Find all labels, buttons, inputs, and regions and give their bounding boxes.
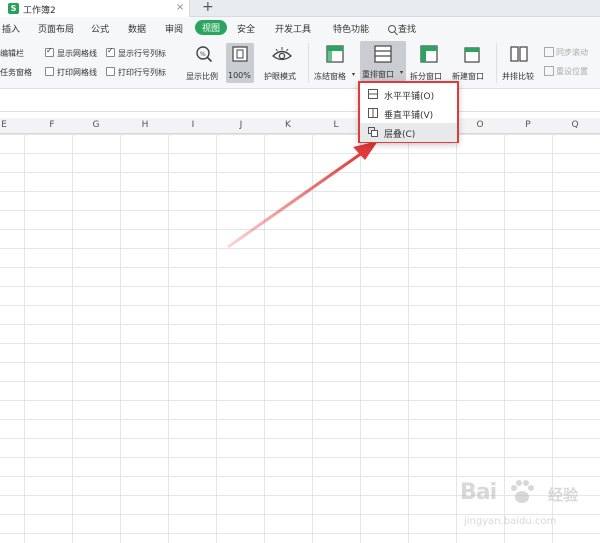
zoom-label: 显示比例 [186,72,218,81]
column-header-e[interactable]: E [0,120,28,130]
ribbon-separator [496,43,497,83]
arrange-windows-label: 重排窗口 [362,70,394,79]
spreadsheet-app-icon: S [8,3,19,14]
menu-page-layout[interactable]: 页面布局 [38,22,74,35]
watermark-jingyan: 经验 [548,486,579,504]
column-header-q[interactable]: Q [551,120,599,130]
zoom-100-button[interactable]: 100% [226,43,254,83]
reset-position-icon [544,66,554,76]
column-header-row: E F G H I J K L M N O P Q [0,118,600,134]
print-headings-label: 打印行号列标 [118,68,166,77]
menu-special-features[interactable]: 特色功能 [333,22,369,35]
freeze-chevron-down-icon: ▾ [352,71,356,78]
eye-protection-label: 护眼模式 [264,72,296,81]
split-window-icon [420,45,438,63]
menu-view[interactable]: 视图 [195,20,228,35]
dropdown-item-cascade-label: 层叠(C) [384,130,416,140]
column-header-l[interactable]: L [312,120,360,130]
print-headings-checkbox[interactable] [106,67,115,76]
formula-bar-toggle-label[interactable]: 编辑栏 [0,48,24,59]
tab-bar: S 工作簿2 × + [0,0,600,17]
page-100-icon [232,46,248,62]
column-header-j[interactable]: J [217,120,265,130]
horizontal-tile-icon [368,89,378,99]
menu-review[interactable]: 审阅 [165,22,183,35]
document-title: 工作簿2 [23,6,56,16]
column-header-k[interactable]: K [264,120,312,130]
new-window-icon [464,47,480,63]
menu-formulas[interactable]: 公式 [91,22,109,35]
watermark-brand: Bai [460,480,497,505]
menu-developer-tools[interactable]: 开发工具 [275,22,311,35]
menu-search[interactable]: 查找 [388,22,416,35]
new-window-button[interactable]: 新建窗口 [452,41,492,85]
eye-protection-button[interactable]: 护眼模式 [262,41,304,85]
reset-position-label: 重设位置 [556,67,588,76]
column-header-f[interactable]: F [28,120,76,130]
dropdown-item-vertical-tile-label: 垂直平铺(V) [384,111,434,121]
menu-security[interactable]: 安全 [237,22,255,35]
sync-scroll-icon [544,47,554,57]
arrange-chevron-down-icon: ▾ [400,69,404,76]
zoom-magnifier-icon: % [196,46,213,63]
document-tab[interactable]: S 工作簿2 × [0,0,190,17]
arrange-windows-button[interactable]: 重排窗口 ▾ [360,41,406,81]
close-tab-icon[interactable]: × [176,2,184,13]
compare-icon [510,46,528,62]
show-gridlines-label: 显示网格线 [57,49,97,58]
svg-text:%: % [200,51,206,58]
search-label: 查找 [398,25,417,35]
column-header-h[interactable]: H [121,120,169,130]
freeze-panes-label: 冻结窗格 [314,72,346,81]
dropdown-item-cascade[interactable]: 层叠(C) [360,123,457,142]
compare-side-by-side-button[interactable]: 并排比较 [500,41,540,85]
ribbon-separator [308,43,309,83]
baidu-watermark: Bai 经验 jingyan.baidu.com [456,478,596,538]
eye-icon [272,47,292,61]
column-header-p[interactable]: P [504,120,552,130]
menu-data[interactable]: 数据 [128,22,146,35]
column-header-i[interactable]: I [169,120,217,130]
vertical-tile-icon [368,108,378,118]
show-headings-checkbox[interactable] [106,46,115,57]
print-gridlines-checkbox[interactable] [45,67,54,76]
freeze-panes-button[interactable]: 冻结窗格 ▾ [312,41,358,85]
compare-label: 并排比较 [502,72,534,81]
dropdown-item-vertical-tile[interactable]: 垂直平铺(V) [360,104,457,123]
menu-bar: 插入 页面布局 公式 数据 审阅 视图 安全 开发工具 特色功能 查找 [0,17,600,39]
menu-insert[interactable]: 插入 [2,22,20,35]
spreadsheet-window: S 工作簿2 × + 插入 页面布局 公式 数据 审阅 视图 安全 开发工具 特… [0,0,600,543]
watermark-url: jingyan.baidu.com [464,516,557,527]
zoom-button[interactable]: % 显示比例 [184,41,224,85]
split-window-button[interactable]: 拆分窗口 [408,41,450,85]
zoom-100-label: 100% [228,71,251,80]
view-ribbon: 编辑栏 任务窗格 显示网格线 显示行号列标 打印网格线 打印行号列标 % 显示比… [0,39,600,89]
print-gridlines-label: 打印网格线 [57,68,97,77]
arrange-windows-dropdown: 水平平铺(O) 垂直平铺(V) 层叠(C) [358,81,459,143]
paw-logo-icon [511,480,534,503]
formula-bar[interactable] [0,90,600,112]
column-header-g[interactable]: G [72,120,120,130]
dropdown-item-horizontal-tile[interactable]: 水平平铺(O) [360,85,457,104]
task-pane-toggle-label[interactable]: 任务窗格 [0,67,32,78]
sync-scroll-label: 同步滚动 [556,48,588,57]
show-gridlines-checkbox[interactable] [45,46,54,57]
dropdown-item-horizontal-tile-label: 水平平铺(O) [384,92,435,102]
arrange-windows-icon [374,45,392,63]
freeze-panes-icon [326,45,344,63]
new-tab-icon[interactable]: + [202,0,214,15]
show-headings-label: 显示行号列标 [118,49,166,58]
column-header-o[interactable]: O [456,120,504,130]
search-icon [388,25,396,33]
cascade-icon [368,127,378,137]
